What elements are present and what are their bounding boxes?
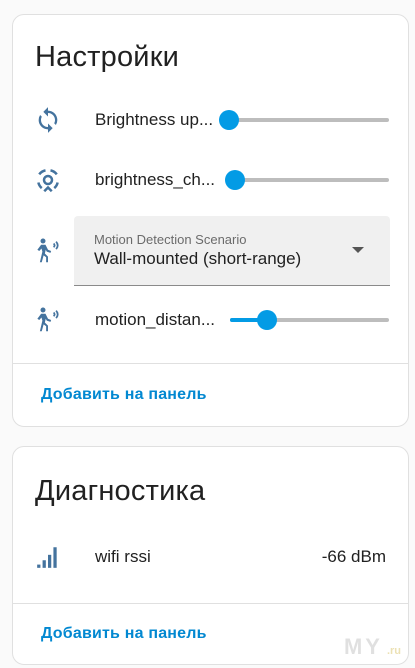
slider-thumb[interactable] [219, 110, 239, 130]
slider-thumb[interactable] [225, 170, 246, 190]
settings-card-title: Настройки [35, 41, 179, 73]
card-actions-divider [13, 363, 408, 364]
slider-thumb[interactable] [256, 310, 277, 330]
watermark-suffix: .ru [386, 645, 401, 657]
select-label: Motion Detection Scenario [94, 232, 247, 247]
motion-distance-slider[interactable] [230, 308, 389, 332]
diagnostics-card-title: Диагностика [35, 475, 206, 507]
diagnostics-card: Диагностика wifi rssi -66 dBm Добавить н… [12, 446, 409, 665]
entity-label: wifi rssi [95, 547, 151, 566]
slider-track [229, 118, 389, 122]
entity-row-motion-distance: motion_distan... [13, 290, 408, 350]
brightness-up-slider[interactable] [219, 108, 389, 132]
motion-sensor-icon [33, 165, 63, 195]
sync-icon [33, 105, 63, 135]
select-value: Wall-mounted (short-range) [94, 249, 302, 268]
brightness-change-slider[interactable] [225, 168, 389, 192]
entity-label: Brightness up... [95, 110, 214, 129]
entity-row-brightness-change: brightness_ch... [13, 150, 408, 210]
entity-state-value: -66 dBm [321, 547, 386, 566]
watermark-text: MY [343, 634, 383, 659]
watermark: MY .ru [344, 634, 401, 660]
add-to-dashboard-button[interactable]: Добавить на панель [41, 625, 207, 643]
settings-card: Настройки Brightness up... brightness_ch… [12, 14, 409, 427]
motion-icon [33, 305, 63, 335]
entity-row-wifi-rssi[interactable]: wifi rssi -66 dBm [13, 527, 408, 587]
entity-label: motion_distan... [95, 310, 216, 329]
signal-bars-icon [33, 542, 63, 572]
dropdown-arrow-icon[interactable] [352, 247, 364, 253]
entity-row-motion-scenario: Motion Detection Scenario Wall-mounted (… [13, 216, 408, 286]
motion-scenario-select[interactable]: Motion Detection Scenario Wall-mounted (… [74, 216, 390, 286]
motion-icon [33, 236, 63, 266]
card-actions-divider [13, 603, 408, 604]
add-to-dashboard-button[interactable]: Добавить на панель [41, 386, 207, 404]
slider-track [227, 178, 389, 182]
entity-row-brightness-up: Brightness up... [13, 90, 408, 150]
entity-label: brightness_ch... [95, 170, 216, 189]
